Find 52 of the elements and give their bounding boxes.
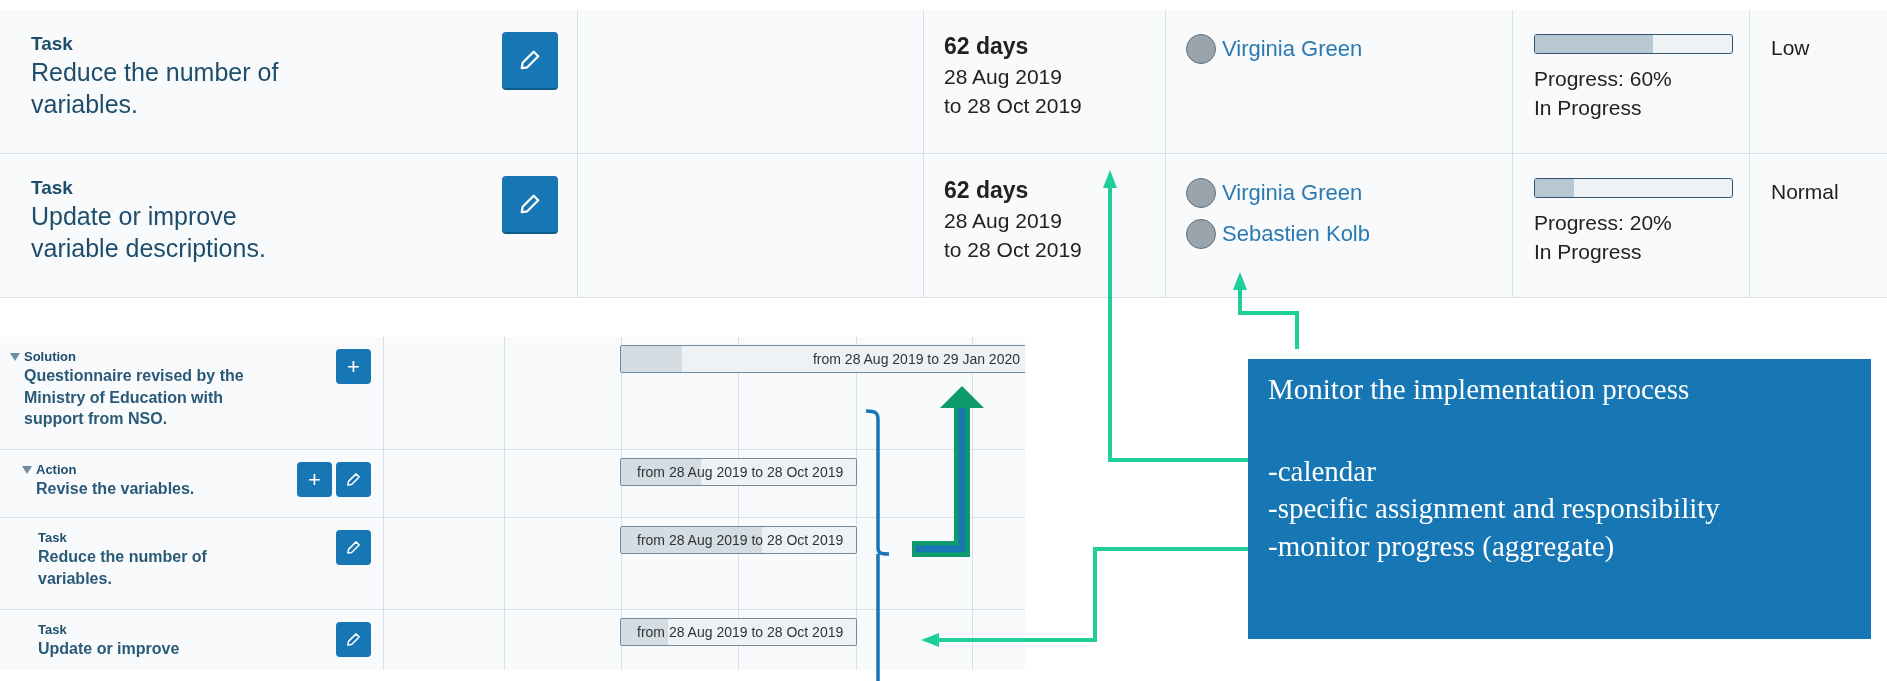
collapse-caret-icon[interactable]	[10, 353, 20, 361]
end-date: to 28 Oct 2019	[944, 237, 1083, 264]
avatar	[1186, 218, 1216, 249]
item-title: Update or improve	[38, 639, 180, 660]
priority-text: Normal	[1771, 180, 1839, 203]
start-date: 28 Aug 2019	[944, 207, 1063, 234]
duration: 62 days	[944, 176, 1030, 205]
edit-button[interactable]	[502, 176, 558, 232]
callout-item: -calendar	[1268, 453, 1377, 489]
item-type: Task	[38, 530, 68, 547]
assignee-link[interactable]: Virginia Green	[1222, 32, 1363, 65]
collapse-caret-icon[interactable]	[22, 466, 32, 474]
add-button[interactable]: +	[297, 462, 332, 497]
item-title: Questionnaire revised by the Ministry of Education with support from NSO.	[24, 366, 245, 430]
callout-item: -monitor progress (aggregate)	[1268, 529, 1616, 565]
status-text: In Progress	[1534, 95, 1643, 122]
callout-title: Monitor the implementation process	[1268, 372, 1691, 407]
item-type: Task	[31, 176, 74, 200]
item-title: Revise the variables.	[36, 479, 195, 500]
avatar	[1186, 33, 1216, 64]
add-button[interactable]: +	[336, 349, 371, 384]
assignee-link[interactable]: Virginia Green	[1222, 176, 1363, 209]
task-title: Update or improve variable descriptions.	[31, 200, 267, 265]
edit-button[interactable]	[336, 462, 371, 497]
bar-label: from 28 Aug 2019 to 28 Oct 2019	[637, 622, 844, 642]
progress-text: Progress: 60%	[1534, 66, 1673, 92]
edit-button[interactable]	[502, 32, 558, 88]
assignee-link[interactable]: Sebastien Kolb	[1222, 217, 1370, 250]
priority-text: Low	[1771, 36, 1810, 59]
bar-label: from 28 Aug 2019 to 28 Oct 2019	[637, 530, 844, 550]
status-text: In Progress	[1534, 239, 1643, 266]
edit-button[interactable]	[336, 622, 371, 657]
avatar	[1186, 177, 1216, 208]
pencil-icon	[346, 632, 361, 647]
pencil-icon	[346, 472, 361, 487]
edit-button[interactable]	[336, 530, 371, 565]
pencil-icon	[519, 193, 541, 215]
start-date: 28 Aug 2019	[944, 63, 1063, 90]
item-type: Action	[36, 462, 78, 479]
end-date: to 28 Oct 2019	[944, 93, 1083, 120]
bar-label: from 28 Aug 2019 to 28 Oct 2019	[637, 462, 844, 482]
pencil-icon	[346, 540, 361, 555]
duration: 62 days	[944, 32, 1030, 61]
item-type: Task	[38, 622, 68, 639]
task-title: Reduce the number of variables.	[31, 56, 280, 121]
item-type: Solution	[24, 349, 77, 366]
progress-text: Progress: 20%	[1534, 210, 1673, 236]
item-title: Reduce the number of variables.	[38, 547, 208, 589]
callout-item: -specific assignment and responsibility	[1268, 491, 1721, 527]
item-type: Task	[31, 32, 74, 56]
bar-label: from 28 Aug 2019 to 29 Jan 2020	[812, 349, 1020, 369]
pencil-icon	[519, 49, 541, 71]
